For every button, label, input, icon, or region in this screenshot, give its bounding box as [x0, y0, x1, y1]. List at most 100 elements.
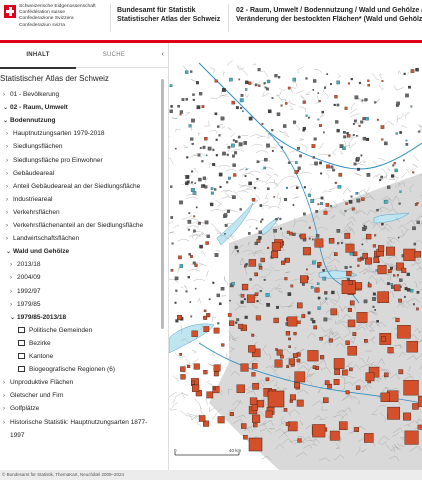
change-marker — [240, 300, 244, 304]
change-marker — [405, 139, 408, 142]
tree-item[interactable]: ⌄ 1979/85-2013/18 — [10, 312, 66, 324]
tree-item[interactable]: › Siedlungsfläche pro Einwohner — [6, 155, 103, 167]
tree-item[interactable]: › Historische Statistik: Hauptnutzungsart… — [3, 417, 147, 429]
boundary — [186, 413, 196, 416]
change-marker — [224, 224, 228, 227]
chevron-right-icon[interactable]: › — [3, 390, 10, 402]
chevron-right-icon[interactable]: › — [10, 272, 17, 284]
chevron-right-icon[interactable]: › — [3, 377, 10, 389]
increase-marker — [198, 415, 206, 422]
change-marker — [229, 77, 233, 82]
chevron-right-icon[interactable]: › — [10, 299, 17, 311]
change-marker — [299, 154, 302, 158]
tree-item[interactable]: › 01 - Bevölkerung — [3, 89, 59, 101]
boundary — [207, 380, 214, 387]
change-marker — [393, 162, 396, 165]
chevron-right-icon[interactable]: › — [6, 155, 13, 167]
change-marker — [256, 160, 260, 164]
chevron-right-icon[interactable]: › — [3, 417, 10, 429]
change-marker — [199, 147, 202, 149]
tree-item[interactable]: › Siedlungsflächen — [6, 141, 63, 153]
tree-item[interactable]: Biogeografische Regionen (6) — [18, 364, 115, 376]
chevron-right-icon[interactable]: › — [6, 181, 13, 193]
change-marker — [390, 283, 393, 286]
tree-item[interactable]: › 1979/85 — [10, 299, 41, 311]
change-marker — [231, 100, 235, 105]
map-canvas[interactable]: 0 40 km — [169, 43, 422, 470]
chevron-down-icon[interactable]: ⌄ — [6, 246, 13, 258]
increase-marker — [267, 390, 285, 408]
change-marker — [357, 167, 360, 171]
increase-marker — [398, 298, 402, 303]
tree-item[interactable]: Kantone — [18, 351, 53, 363]
increase-marker — [241, 423, 247, 429]
chevron-right-icon[interactable]: › — [3, 89, 10, 101]
tree-item[interactable]: › Hauptnutzungsarten 1979-2018 — [6, 128, 104, 140]
chevron-right-icon[interactable]: › — [6, 168, 13, 180]
change-marker — [236, 250, 239, 253]
tree-item[interactable]: ⌄ Wald und Gehölze — [6, 246, 69, 258]
chevron-down-icon[interactable]: ⌄ — [10, 312, 17, 324]
boundary — [332, 148, 338, 155]
boundary — [412, 155, 419, 162]
collapse-sidebar-icon[interactable]: ‹ — [162, 43, 164, 67]
change-marker — [312, 79, 317, 83]
tree-item[interactable]: › Verkehrsflächenanteil an der Siedlungsf… — [6, 220, 143, 232]
change-marker — [190, 255, 193, 258]
change-marker — [248, 232, 251, 235]
change-marker — [226, 181, 229, 184]
tree-item[interactable]: › 2013/18 — [10, 259, 41, 271]
change-marker — [316, 282, 320, 285]
map-view[interactable]: 0 40 km — [169, 43, 422, 470]
tree-item[interactable]: › Verkehrsflächen — [6, 207, 60, 219]
chevron-down-icon[interactable]: ⌄ — [3, 115, 10, 127]
tree-item[interactable]: › Gebäudeareal — [6, 168, 54, 180]
tree-item[interactable]: Politische Gemeinden — [18, 325, 92, 337]
tab-suche[interactable]: SUCHE — [76, 43, 152, 67]
tree-item[interactable]: › Unproduktive Flächen — [3, 377, 73, 389]
tree-item[interactable]: › Industrieareal — [6, 194, 52, 206]
increase-marker — [285, 331, 291, 336]
boundary — [297, 66, 304, 74]
chevron-right-icon[interactable]: › — [6, 194, 13, 206]
increase-marker — [380, 392, 390, 402]
tree-item[interactable]: › 2004/09 — [10, 272, 41, 284]
change-marker — [346, 132, 349, 135]
tree-item[interactable]: › Golfplätze — [3, 403, 39, 415]
chevron-right-icon[interactable]: › — [6, 141, 13, 153]
chevron-right-icon[interactable]: › — [10, 286, 17, 298]
change-marker — [233, 173, 237, 177]
change-marker — [244, 264, 248, 267]
tab-inhalt[interactable]: INHALT — [0, 43, 76, 69]
change-marker — [186, 156, 189, 159]
tree-item[interactable]: › 1992/97 — [10, 286, 41, 298]
tree-item[interactable]: › Landwirtschaftsflächen — [6, 233, 79, 245]
tree-item[interactable]: Bezirke — [18, 338, 51, 350]
chevron-down-icon[interactable]: ⌄ — [3, 102, 10, 114]
chevron-right-icon[interactable]: › — [6, 233, 13, 245]
change-marker — [397, 236, 400, 239]
chevron-right-icon[interactable]: › — [3, 403, 10, 415]
tree-item[interactable]: ⌄ Bodennutzung — [3, 115, 56, 127]
change-marker — [283, 197, 288, 202]
change-marker — [374, 101, 377, 104]
tree-item[interactable]: 1997 — [3, 430, 24, 442]
change-marker — [337, 185, 342, 189]
chevron-right-icon[interactable]: › — [10, 259, 17, 271]
chevron-right-icon[interactable]: › — [6, 128, 13, 140]
sidebar-scrollbar[interactable] — [161, 79, 164, 329]
change-marker — [185, 98, 189, 101]
tree-item[interactable]: ⌄ 02 - Raum, Umwelt — [3, 102, 68, 114]
tree-item[interactable]: › Anteil Gebäudeareal an der Siedlungsflä… — [6, 181, 140, 193]
change-marker — [214, 79, 218, 83]
change-marker — [191, 118, 195, 123]
change-marker — [191, 170, 194, 173]
chevron-right-icon[interactable]: › — [6, 220, 13, 232]
chevron-right-icon[interactable]: › — [6, 207, 13, 219]
tree-item[interactable]: › Gletscher und Firn — [3, 390, 63, 402]
tree-item-label: Anteil Gebäudeareal an der Siedlungsfläc… — [13, 182, 141, 190]
tree-item[interactable]: Statistischer Atlas der Schweiz — [0, 73, 109, 85]
change-marker — [303, 212, 306, 216]
tree-item-label: Unproduktive Flächen — [10, 379, 74, 387]
boundary — [262, 91, 270, 97]
